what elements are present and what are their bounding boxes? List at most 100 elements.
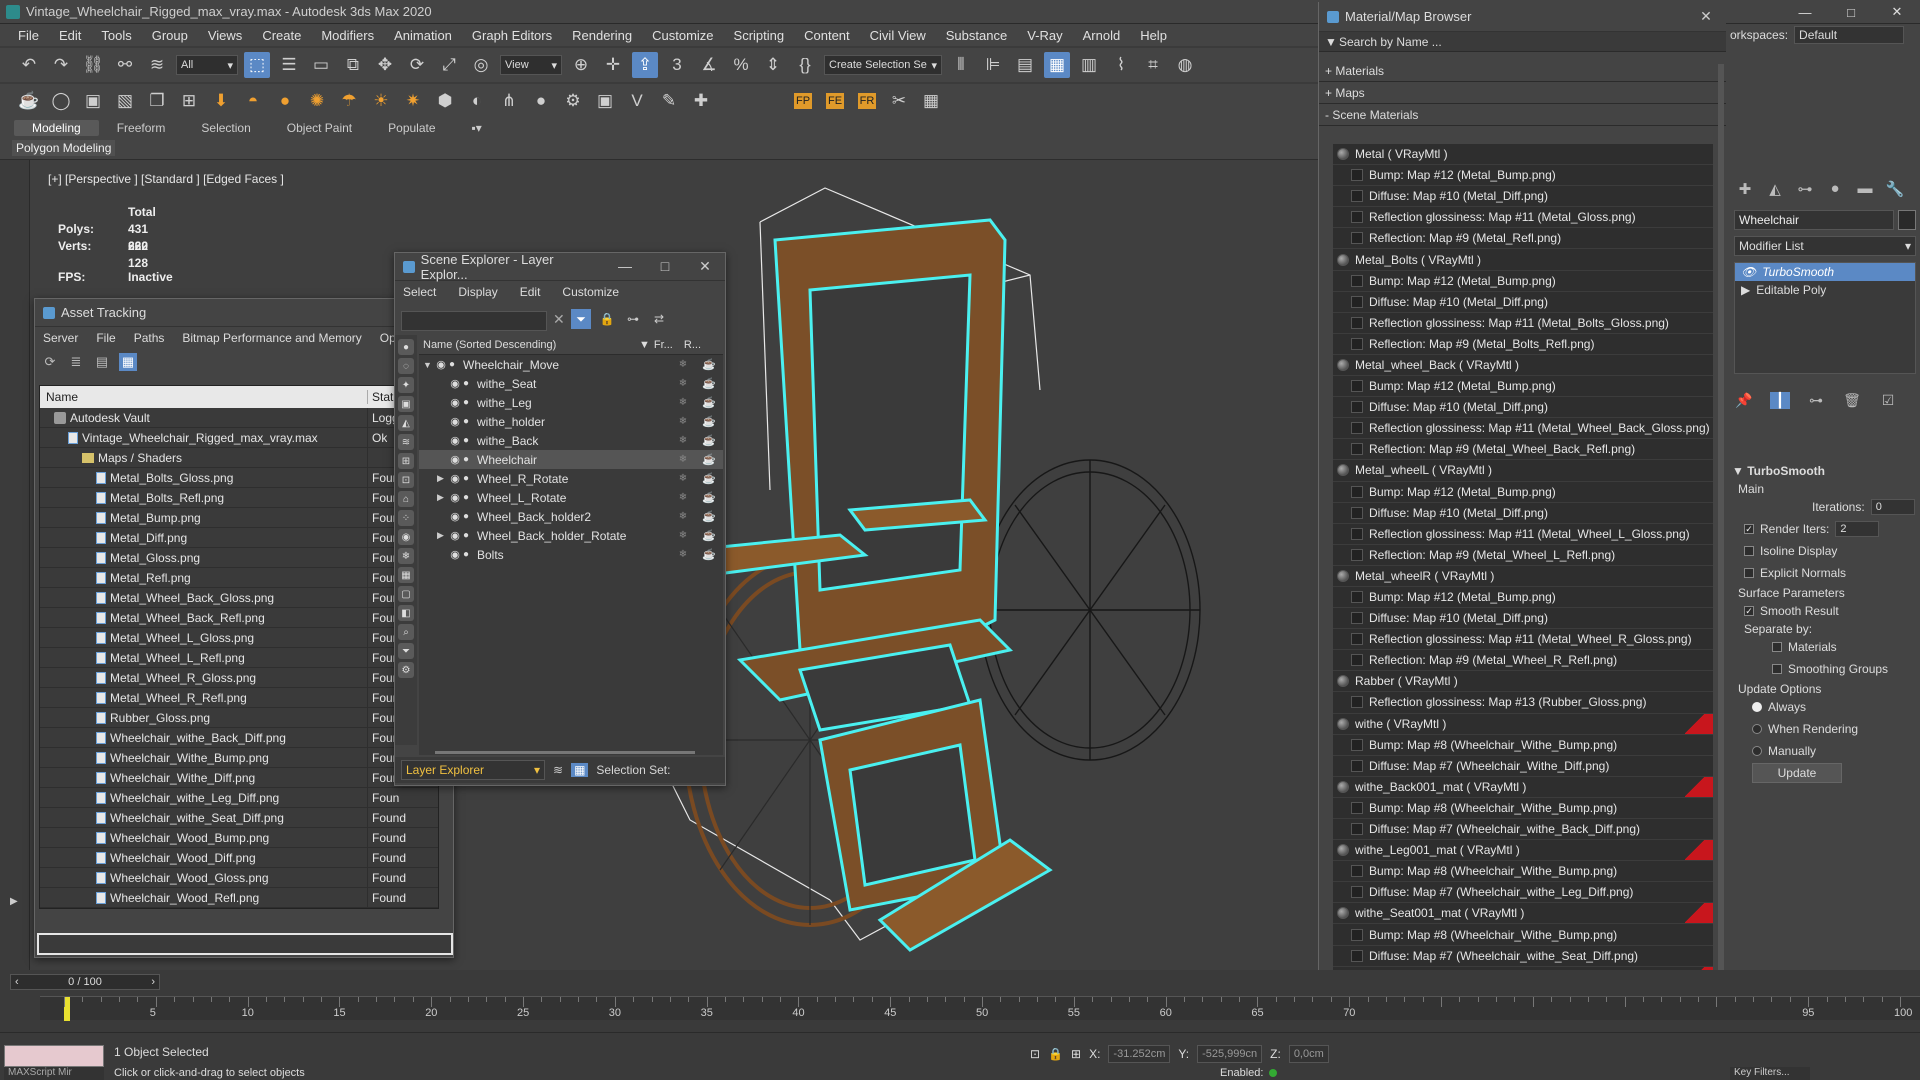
when-rendering-radio[interactable] xyxy=(1752,724,1762,734)
layers-icon[interactable]: ≋ xyxy=(553,763,563,777)
asset-path-input[interactable] xyxy=(37,933,453,955)
maxscript-listener-input[interactable] xyxy=(4,1045,104,1067)
track-bar[interactable]: 5 10 15 20 25 30 35 40 45 50 55 60 65 70 95 100 xyxy=(40,996,1920,1021)
filter-funnel-icon[interactable]: ⏷ xyxy=(571,309,591,329)
material-search-input[interactable]: ▼ Search by Name ... xyxy=(1319,32,1726,52)
renderable-teapot-icon[interactable]: ☕ xyxy=(695,434,723,447)
material-entry[interactable]: Metal_wheelL ( VRayMtl ) xyxy=(1333,460,1713,482)
scene-tree-row[interactable]: ◉ ● withe_holder ❄ ☕ xyxy=(419,412,723,431)
hierarchy-icon[interactable]: ⊶ xyxy=(623,309,643,329)
map-entry[interactable]: Reflection glossiness: Map #11 (Metal_Wh… xyxy=(1333,629,1713,651)
copy-icon[interactable]: ❐ xyxy=(144,88,170,114)
menu-edit[interactable]: Edit xyxy=(49,28,91,43)
group-filter-icon[interactable]: ⊞ xyxy=(398,453,414,469)
tools-icon[interactable]: ✂ xyxy=(886,88,912,114)
fe-icon[interactable]: FE xyxy=(822,88,848,114)
hidden-filter-icon[interactable]: ◉ xyxy=(398,529,414,545)
box-icon[interactable]: ▣ xyxy=(80,88,106,114)
asset-row[interactable]: Wheelchair_Wood_Bump.png Found xyxy=(40,827,438,848)
spinner-snap-icon[interactable]: ⇕ xyxy=(760,52,786,78)
link-icon[interactable]: ⛓ xyxy=(80,52,106,78)
scene-close-button[interactable]: ✕ xyxy=(685,258,725,275)
sphere-light-icon[interactable]: ● xyxy=(272,88,298,114)
material-entry[interactable]: withe_Leg001_mat ( VRayMtl ) xyxy=(1333,840,1713,862)
map-entry[interactable]: Diffuse: Map #10 (Metal_Diff.png) xyxy=(1333,186,1713,208)
rotate-icon[interactable]: ⟳ xyxy=(404,52,430,78)
renderable-teapot-icon[interactable]: ☕ xyxy=(695,358,723,371)
visibility-eye-icon[interactable]: ◉ xyxy=(449,377,461,390)
map-entry[interactable]: Reflection glossiness: Map #11 (Metal_Wh… xyxy=(1333,418,1713,440)
shape-filter-icon[interactable]: ◌ xyxy=(398,358,414,374)
asset-row[interactable]: Wheelchair_withe_Back_Diff.png Foun xyxy=(40,727,438,748)
reference-coord-dropdown[interactable]: View ▾ xyxy=(500,55,562,75)
scale-icon[interactable]: ⤢ xyxy=(436,52,462,78)
visibility-eye-icon[interactable]: ◉ xyxy=(449,453,461,466)
none-filter-icon[interactable]: ▢ xyxy=(398,586,414,602)
menu-arnold[interactable]: Arnold xyxy=(1073,28,1131,43)
x-coord-field[interactable]: -31.252cm xyxy=(1108,1045,1171,1063)
scene-explorer-icon[interactable]: ▤ xyxy=(1012,52,1038,78)
asset-row[interactable]: Wheelchair_Wood_Refl.png Found xyxy=(40,887,438,908)
isolate-icon[interactable]: ⊡ xyxy=(1030,1047,1040,1061)
update-button[interactable]: Update xyxy=(1752,763,1842,783)
spacewarp-filter-icon[interactable]: ≋ xyxy=(398,434,414,450)
chevron-down-icon[interactable]: ▼ xyxy=(1325,35,1337,49)
geometry-filter-icon[interactable]: ● xyxy=(398,339,414,355)
refresh-icon[interactable]: ⟳ xyxy=(41,353,59,371)
freeze-icon[interactable]: ❄ xyxy=(671,359,695,370)
rect-selection-icon[interactable]: ▭ xyxy=(308,52,334,78)
visibility-eye-icon[interactable]: ◉ xyxy=(449,491,461,504)
material-browser-scrollbar[interactable] xyxy=(1718,64,1724,1074)
smoothing-groups-checkbox[interactable] xyxy=(1772,664,1782,674)
map-entry[interactable]: Reflection: Map #9 (Metal_Wheel_L_Refl.p… xyxy=(1333,544,1713,566)
asset-row[interactable]: Metal_Wheel_L_Refl.png Foun xyxy=(40,647,438,668)
scene-tree-row[interactable]: ◉ ● Bolts ❄ ☕ xyxy=(419,545,723,564)
asset-row[interactable]: Vintage_Wheelchair_Rigged_max_vray.max Ok xyxy=(40,427,438,448)
map-entry[interactable]: Bump: Map #8 (Wheelchair_Withe_Bump.png) xyxy=(1333,924,1713,946)
freeze-icon[interactable]: ❄ xyxy=(671,435,695,446)
tab-freeform[interactable]: Freeform xyxy=(99,120,184,136)
expand-toggle-icon[interactable]: ▶ xyxy=(437,473,449,484)
expand-arrow-icon[interactable]: ▶ xyxy=(10,896,18,907)
scene-menu-select[interactable]: Select xyxy=(403,285,436,299)
map-entry[interactable]: Diffuse: Map #10 (Metal_Diff.png) xyxy=(1333,291,1713,313)
renderable-teapot-icon[interactable]: ☕ xyxy=(695,396,723,409)
menu-file[interactable]: File xyxy=(8,28,49,43)
stack-item-turbosmooth[interactable]: 👁 TurboSmooth xyxy=(1735,263,1915,281)
scene-tree-row[interactable]: ▶ ◉ ● Wheel_L_Rotate ❄ ☕ xyxy=(419,488,723,507)
light-filter-icon[interactable]: ✦ xyxy=(398,377,414,393)
menu-group[interactable]: Group xyxy=(142,28,198,43)
asset-menu-server[interactable]: Server xyxy=(43,331,78,345)
material-entry[interactable]: withe ( VRayMtl ) xyxy=(1333,713,1713,735)
scene-minimize-button[interactable]: — xyxy=(605,258,645,275)
selection-lock-icon[interactable]: 🔒 xyxy=(1048,1047,1063,1061)
renderable-teapot-icon[interactable]: ☕ xyxy=(695,377,723,390)
map-entry[interactable]: Reflection: Map #9 (Metal_Refl.png) xyxy=(1333,228,1713,250)
xref-filter-icon[interactable]: ⊡ xyxy=(398,472,414,488)
scene-maximize-button[interactable]: □ xyxy=(645,258,685,275)
placement-icon[interactable]: ◎ xyxy=(468,52,494,78)
map-entry[interactable]: Diffuse: Map #7 (Wheelchair_withe_Back_D… xyxy=(1333,819,1713,841)
menu-scripting[interactable]: Scripting xyxy=(724,28,795,43)
bind-spacewarp-icon[interactable]: ≋ xyxy=(144,52,170,78)
ribbon-options-icon[interactable]: ▪▾ xyxy=(454,120,500,136)
minimize-button[interactable]: — xyxy=(1782,0,1828,24)
polygon-modeling-panel[interactable]: Polygon Modeling xyxy=(12,140,116,156)
camera-filter-icon[interactable]: ▣ xyxy=(398,396,414,412)
schematic-view-icon[interactable]: ⌗ xyxy=(1140,52,1166,78)
curve-editor-icon[interactable]: ⌇ xyxy=(1108,52,1134,78)
freeze-icon[interactable]: ❄ xyxy=(671,511,695,522)
asset-row[interactable]: Metal_Wheel_R_Refl.png Foun xyxy=(40,687,438,708)
render-iters-checkbox[interactable]: ✓ xyxy=(1744,524,1754,534)
tab-modeling[interactable]: Modeling xyxy=(14,120,99,136)
modify-tab-icon[interactable]: ◭ xyxy=(1764,180,1786,198)
asset-row[interactable]: Wheelchair_Wood_Diff.png Found xyxy=(40,847,438,868)
group-scene-materials[interactable]: - Scene Materials xyxy=(1319,104,1726,126)
map-entry[interactable]: Reflection glossiness: Map #11 (Metal_Gl… xyxy=(1333,207,1713,229)
explicit-normals-checkbox[interactable] xyxy=(1744,568,1754,578)
material-browser-close-button[interactable]: ✕ xyxy=(1686,8,1726,25)
material-editor-icon[interactable]: ◍ xyxy=(1172,52,1198,78)
map-entry[interactable]: Reflection: Map #9 (Metal_Wheel_R_Refl.p… xyxy=(1333,650,1713,672)
z-coord-field[interactable]: 0,0cm xyxy=(1288,1045,1329,1063)
map-entry[interactable]: Bump: Map #8 (Wheelchair_Withe_Bump.png) xyxy=(1333,797,1713,819)
